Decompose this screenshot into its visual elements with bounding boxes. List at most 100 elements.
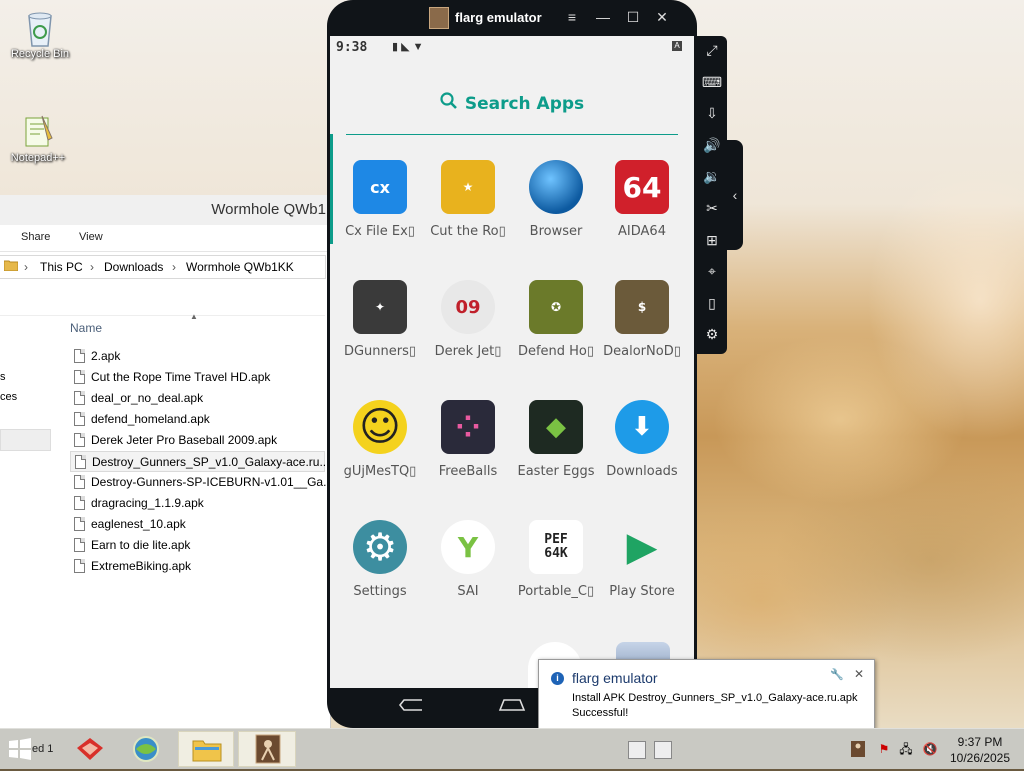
- location-pin-icon[interactable]: ⌖: [697, 259, 727, 283]
- column-header-name[interactable]: Name: [70, 321, 102, 335]
- file-icon: [75, 455, 86, 469]
- file-icon: [74, 559, 85, 573]
- address-bar[interactable]: › This PC › Downloads › Wormhole QWb1KK: [0, 255, 326, 279]
- app-label: SAI: [457, 584, 479, 599]
- maximize-button[interactable]: ☐: [624, 9, 642, 26]
- volume-muted-icon[interactable]: 🔇: [922, 741, 938, 757]
- taskbar-flarg-emulator[interactable]: [238, 731, 296, 767]
- explorer-ribbon: Share View: [0, 225, 330, 252]
- file-icon: [74, 349, 85, 363]
- file-row[interactable]: Derek Jeter Pro Baseball 2009.apk: [70, 430, 325, 451]
- file-row[interactable]: eaglenest_10.apk: [70, 514, 325, 535]
- desktop-icon-recycle-bin[interactable]: Recycle Bin: [4, 8, 76, 60]
- search-apps-button[interactable]: Search Apps: [330, 92, 694, 114]
- file-name: 2.apk: [91, 349, 121, 363]
- chevron-right-icon: ›: [90, 260, 94, 274]
- back-button[interactable]: [398, 698, 424, 717]
- file-icon: [74, 391, 85, 405]
- file-icon: [74, 538, 85, 552]
- file-row[interactable]: deal_or_no_deal.apk: [70, 388, 325, 409]
- clock-date[interactable]: 10/26/2025: [940, 751, 1020, 765]
- app-portable-c[interactable]: PEF 64K Portable_C▯: [512, 520, 600, 599]
- close-button[interactable]: ✕: [653, 9, 671, 26]
- ribbon-tab-view[interactable]: View: [79, 231, 103, 243]
- close-icon[interactable]: ✕: [854, 667, 864, 681]
- file-icon: [74, 475, 85, 489]
- app-freeballs[interactable]: ⁘ FreeBalls: [424, 400, 512, 479]
- clock-time[interactable]: 9:37 PM: [940, 735, 1020, 749]
- file-row[interactable]: Destroy-Gunners-SP-ICEBURN-v1.01__Ga...: [70, 472, 330, 493]
- taskbar-file-explorer[interactable]: [178, 731, 234, 767]
- settings-gear-icon[interactable]: ⚙: [697, 322, 727, 346]
- action-center-flag-icon[interactable]: ⚑: [876, 741, 892, 757]
- sort-ascending-icon: ▲: [190, 312, 198, 321]
- app-smiley[interactable]: ☺ gUjMesTQ▯: [336, 400, 424, 479]
- breadcrumb-wormhole[interactable]: Wormhole QWb1KK: [186, 260, 294, 274]
- app-easter-eggs[interactable]: ◆ Easter Eggs: [512, 400, 600, 479]
- app-cx-file-explorer[interactable]: cx Cx File Ex▯: [336, 160, 424, 239]
- portable-c-icon: PEF 64K: [529, 520, 583, 574]
- chevron-right-icon: ›: [172, 260, 176, 274]
- notification-balloon[interactable]: i flarg emulator 🔧 ✕ Install APK Destroy…: [538, 659, 875, 742]
- network-icon[interactable]: 🖧: [898, 741, 914, 757]
- nav-pane-item[interactable]: ces: [0, 391, 17, 403]
- file-explorer-window: Wormhole QWb1 Share View › This PC › Dow…: [0, 195, 331, 728]
- app-label: Easter Eggs: [517, 464, 595, 479]
- screenshot-cut-icon[interactable]: ✂: [697, 196, 727, 220]
- fullscreen-icon[interactable]: ⤢: [697, 38, 727, 62]
- app-destroy-gunners[interactable]: ✦ DGunners▯: [336, 280, 424, 359]
- app-cut-the-rope[interactable]: ★ Cut the Ro▯: [424, 160, 512, 239]
- cx-file-explorer-icon: cx: [353, 160, 407, 214]
- desktop-toolbar-icon[interactable]: [654, 741, 672, 759]
- app-deal-or-no-deal[interactable]: $ DealorNoD▯: [598, 280, 686, 359]
- desktop-icon-notepad[interactable]: Notepad++: [2, 112, 74, 164]
- file-name: Destroy-Gunners-SP-ICEBURN-v1.01__Ga...: [91, 475, 331, 489]
- breadcrumb-this-pc[interactable]: This PC: [40, 260, 83, 274]
- minimize-button[interactable]: —: [594, 9, 612, 25]
- menu-icon[interactable]: ≡: [563, 9, 581, 25]
- explorer-titlebar[interactable]: Wormhole QWb1: [0, 195, 330, 225]
- app-aida64[interactable]: 64 AIDA64: [598, 160, 686, 239]
- pin-icon[interactable]: 🔧: [830, 668, 844, 681]
- easter-eggs-icon: ◆: [529, 400, 583, 454]
- keyboard-icon[interactable]: ⌨: [697, 70, 727, 94]
- breadcrumb-downloads[interactable]: Downloads: [104, 260, 163, 274]
- emulator-titlebar[interactable]: flarg emulator ≡ — ☐ ✕: [327, 0, 697, 36]
- desktop-toolbar-icon[interactable]: [628, 741, 646, 759]
- tray-emulator-icon[interactable]: [850, 741, 866, 757]
- file-name: ExtremeBiking.apk: [91, 559, 192, 573]
- file-row-selected[interactable]: Destroy_Gunners_SP_v1.0_Galaxy-ace.ru...…: [70, 451, 330, 472]
- file-row[interactable]: defend_homeland.apk: [70, 409, 325, 430]
- volume-up-icon[interactable]: 🔊: [697, 133, 727, 157]
- add-window-icon[interactable]: ⊞: [697, 228, 727, 252]
- search-underline: [346, 134, 678, 135]
- shake-icon[interactable]: ▯: [697, 291, 727, 315]
- taskbar-browser[interactable]: [122, 731, 170, 767]
- file-row[interactable]: ExtremeBiking.apk: [70, 556, 325, 577]
- file-icon: [74, 370, 85, 384]
- ribbon-tab-share[interactable]: Share: [21, 231, 50, 243]
- app-sai[interactable]: Y SAI: [424, 520, 512, 599]
- app-download[interactable]: ⬇ Downloads: [598, 400, 686, 479]
- nav-pane-item[interactable]: s: [0, 371, 6, 383]
- file-icon: [74, 517, 85, 531]
- smiley-icon: ☺: [353, 400, 407, 454]
- file-row[interactable]: 2.apk: [70, 346, 325, 367]
- taskbar-app-red[interactable]: [66, 731, 114, 767]
- file-icon: [74, 496, 85, 510]
- volume-down-icon[interactable]: 🔉: [697, 164, 727, 188]
- sidebar-collapse-tab[interactable]: ‹: [727, 140, 743, 250]
- home-button[interactable]: [498, 698, 526, 717]
- file-row[interactable]: Earn to die lite.apk: [70, 535, 325, 556]
- app-baseball[interactable]: 09 Derek Jet▯: [424, 280, 512, 359]
- app-globe[interactable]: Browser: [512, 160, 600, 239]
- file-row[interactable]: Cut the Rope Time Travel HD.apk: [70, 367, 325, 388]
- file-row[interactable]: dragracing_1.1.9.apk: [70, 493, 325, 514]
- app-play-store[interactable]: ▶ Play Store: [598, 520, 686, 599]
- file-name: Earn to die lite.apk: [91, 538, 191, 552]
- app-gear[interactable]: ⚙ Settings: [336, 520, 424, 599]
- destroy-gunners-icon: ✦: [353, 280, 407, 334]
- install-apk-icon[interactable]: ⇩: [697, 101, 727, 125]
- nav-pane-selected[interactable]: [0, 429, 51, 451]
- app-defend-homeland[interactable]: ✪ Defend Ho▯: [512, 280, 600, 359]
